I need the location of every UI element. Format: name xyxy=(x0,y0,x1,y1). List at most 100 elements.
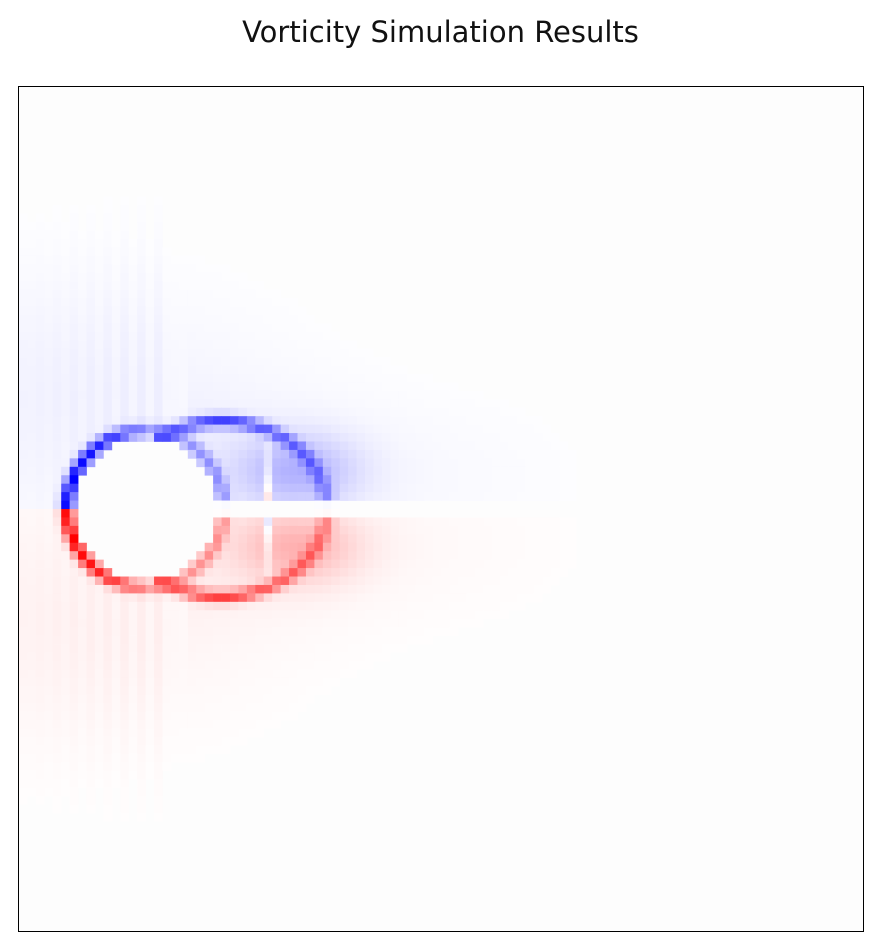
heatmap-cell xyxy=(44,466,54,476)
heatmap-cell xyxy=(52,289,62,299)
heatmap-cell xyxy=(103,694,113,704)
heatmap-cell xyxy=(398,627,408,636)
heatmap-cell xyxy=(398,475,408,485)
heatmap-cell xyxy=(120,255,130,265)
heatmap-cell xyxy=(559,466,568,476)
heatmap-cell xyxy=(474,475,484,485)
heatmap-cell xyxy=(103,635,113,645)
heatmap-cell xyxy=(339,559,349,569)
heatmap-cell xyxy=(120,787,130,797)
heatmap-cell xyxy=(415,373,425,383)
heatmap-cell xyxy=(483,559,492,569)
heatmap-cell xyxy=(500,525,509,535)
heatmap-cell xyxy=(255,382,265,392)
heatmap-cell xyxy=(390,382,400,392)
heatmap-cell xyxy=(280,660,290,670)
heatmap-cell xyxy=(44,542,54,552)
heatmap-cell xyxy=(27,660,37,670)
heatmap-cell xyxy=(398,407,408,417)
heatmap-cell xyxy=(348,551,357,560)
heatmap-cell xyxy=(103,601,113,611)
heatmap-cell xyxy=(111,703,121,712)
heatmap-cell xyxy=(145,618,155,628)
heatmap-cell xyxy=(204,711,214,721)
heatmap-cell xyxy=(280,601,290,611)
heatmap-cell xyxy=(331,331,341,341)
heatmap-cell xyxy=(69,458,79,468)
heatmap-cell xyxy=(61,390,70,400)
heatmap-cell xyxy=(213,289,222,299)
heatmap-cell xyxy=(398,441,408,451)
heatmap-cell xyxy=(78,272,87,282)
heatmap-cell xyxy=(381,593,391,603)
heatmap-cell xyxy=(297,660,307,670)
heatmap-cell xyxy=(213,407,222,417)
heatmap-cell xyxy=(103,660,113,670)
heatmap-cell xyxy=(19,551,28,560)
heatmap-cell xyxy=(35,331,45,341)
heatmap-cell xyxy=(179,601,189,611)
heatmap-cell xyxy=(187,559,197,569)
heatmap-cell xyxy=(44,255,54,265)
heatmap-cell xyxy=(339,373,349,383)
heatmap-cell xyxy=(365,660,374,670)
heatmap-cell xyxy=(516,559,526,569)
heatmap-cell xyxy=(238,331,248,341)
heatmap-cell xyxy=(78,449,87,459)
heatmap-cell xyxy=(415,382,425,392)
heatmap-cell xyxy=(162,728,172,738)
heatmap-cell xyxy=(128,584,138,594)
heatmap-cell xyxy=(35,433,45,442)
heatmap-cell xyxy=(137,644,146,653)
heatmap-cell xyxy=(246,416,256,425)
heatmap-cell xyxy=(94,728,104,738)
heatmap-cell xyxy=(170,348,180,358)
heatmap-cell xyxy=(398,525,408,535)
heatmap-cell xyxy=(19,348,28,358)
heatmap-cell xyxy=(137,348,146,358)
heatmap-cell xyxy=(483,407,492,417)
heatmap-cell xyxy=(27,618,37,628)
heatmap-cell xyxy=(86,424,96,434)
heatmap-cell xyxy=(35,618,45,628)
heatmap-cell xyxy=(424,525,433,535)
heatmap-cell xyxy=(44,390,54,400)
heatmap-cell xyxy=(111,593,121,603)
heatmap-cell xyxy=(246,331,256,341)
heatmap-cell xyxy=(35,686,45,696)
heatmap-cell xyxy=(179,331,189,341)
heatmap-cell xyxy=(390,492,400,501)
heatmap-cell xyxy=(137,576,146,586)
heatmap-cell xyxy=(373,593,383,603)
heatmap-cell xyxy=(415,618,425,628)
heatmap-cell xyxy=(542,525,552,535)
heatmap-cell xyxy=(339,466,349,476)
heatmap-cell xyxy=(120,407,130,417)
heatmap-cell xyxy=(500,534,509,544)
heatmap-cell xyxy=(246,711,256,721)
heatmap-cell xyxy=(305,559,315,569)
heatmap-cell xyxy=(255,306,265,316)
heatmap-cell xyxy=(457,449,467,459)
heatmap-cell xyxy=(145,762,155,771)
heatmap-cell xyxy=(221,644,231,653)
heatmap-cell xyxy=(145,314,155,324)
heatmap-cell xyxy=(128,736,138,746)
heatmap-cell xyxy=(474,584,484,594)
heatmap-cell xyxy=(305,492,315,501)
heatmap-cell xyxy=(120,677,130,687)
heatmap-cell xyxy=(52,703,62,712)
heatmap-cell xyxy=(44,424,54,434)
heatmap-cell xyxy=(280,357,290,366)
heatmap-cell xyxy=(305,399,315,409)
heatmap-cell xyxy=(86,449,96,459)
heatmap-cell xyxy=(322,525,332,535)
heatmap-cell xyxy=(441,407,450,417)
heatmap-cell xyxy=(162,255,172,265)
heatmap-cell xyxy=(280,618,290,628)
heatmap-cell xyxy=(255,289,265,299)
heatmap-cell xyxy=(19,289,28,299)
heatmap-cell xyxy=(44,686,54,696)
heatmap-cell xyxy=(289,458,298,468)
heatmap-cell xyxy=(154,424,163,434)
